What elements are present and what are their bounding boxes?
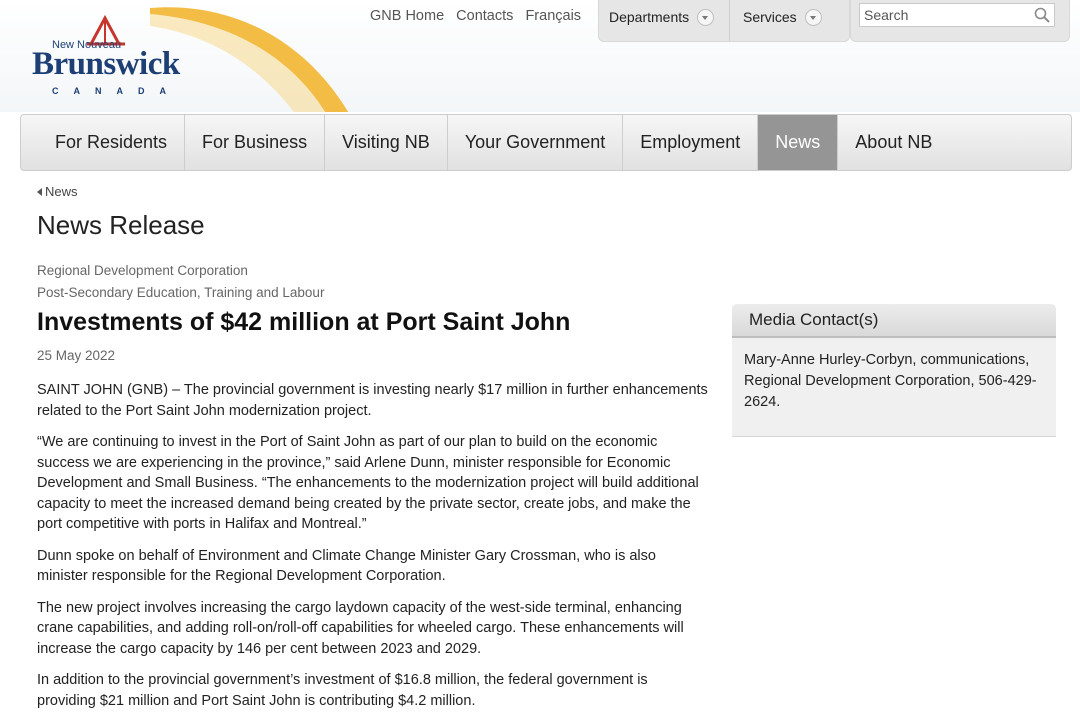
search-input[interactable] [859,3,1055,27]
search-icon[interactable] [1034,7,1050,23]
gnb-home-link[interactable]: GNB Home [370,8,444,24]
article-body: SAINT JOHN (GNB) – The provincial govern… [37,380,709,722]
page-title: News Release [37,210,205,240]
chevron-down-icon [804,8,822,26]
nav-your-government[interactable]: Your Government [448,115,624,170]
media-contact-body: Mary-Anne Hurley-Corbyn, communications,… [744,352,1037,410]
chevron-left-icon [37,187,42,196]
logo-canada: CANADA [52,86,181,96]
site-header: New Nouveau Brunswick CANADA GNB Home Co… [0,0,1080,112]
article-paragraph: SAINT JOHN (GNB) – The provincial govern… [37,382,708,419]
nav-employment[interactable]: Employment [623,115,759,170]
departments-dropdown[interactable]: Departments [609,8,715,27]
nav-visiting-nb[interactable]: Visiting NB [325,115,448,170]
departments-label: Departments [609,9,690,25]
breadcrumb[interactable]: News [37,184,78,199]
nav-news[interactable]: News [758,115,839,170]
article-date: 25 May 2022 [37,348,116,363]
chevron-down-icon [697,8,715,26]
article-title: Investments of $42 million at Port Saint… [37,308,571,336]
search-area [850,0,1070,42]
media-contact-heading: Media Contact(s) [732,304,1056,338]
dropdown-bar: Departments Services [598,0,850,42]
divider [729,0,730,41]
article-paragraph: The new project involves increasing the … [37,599,684,657]
contacts-link[interactable]: Contacts [456,8,513,24]
article-paragraph: “We are continuing to invest in the Port… [37,434,699,532]
main-nav: For Residents For Business Visiting NB Y… [20,114,1072,171]
department-label: Regional Development Corporation [37,263,248,278]
nav-for-residents[interactable]: For Residents [21,115,186,170]
media-contact-box: Media Contact(s) Mary-Anne Hurley-Corbyn… [732,304,1056,437]
nav-about-nb[interactable]: About NB [838,115,949,170]
services-label: Services [743,9,797,25]
top-links: GNB Home Contacts Français [370,8,589,24]
services-dropdown[interactable]: Services [743,8,822,27]
department-label: Post-Secondary Education, Training and L… [37,285,325,300]
francais-link[interactable]: Français [525,8,581,24]
gnb-logo[interactable]: New Nouveau Brunswick CANADA [30,12,200,96]
article-paragraph: Dunn spoke on behalf of Environment and … [37,547,656,585]
nav-for-business[interactable]: For Business [185,115,326,170]
logo-wordmark: Brunswick [32,46,180,82]
article-paragraph: In addition to the provincial government… [37,672,648,709]
breadcrumb-news: News [45,184,78,199]
